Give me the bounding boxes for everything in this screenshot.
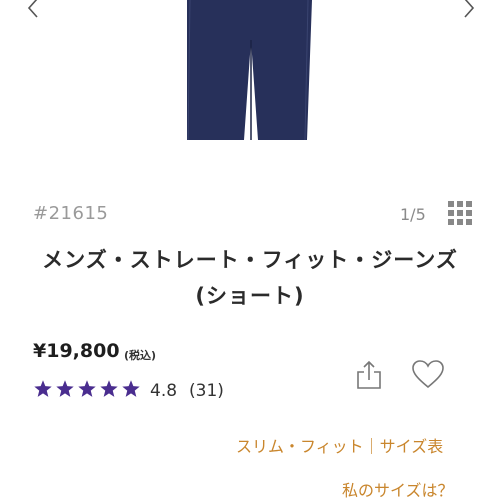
chevron-left-icon[interactable]: [22, 0, 46, 20]
rating-stars[interactable]: [33, 379, 141, 399]
my-size-link[interactable]: 私のサイズは？: [342, 477, 454, 501]
size-chart-link[interactable]: スリム・フィット｜サイズ表: [236, 433, 443, 457]
star-icon: [34, 380, 52, 397]
grid-view-icon[interactable]: [447, 200, 473, 226]
chevron-right-icon[interactable]: [456, 0, 480, 20]
review-count[interactable]: (31): [189, 381, 224, 401]
star-icon: [122, 380, 140, 397]
product-price: ¥19,800: [33, 340, 120, 362]
star-icon: [78, 380, 96, 397]
rating-value: 4.8: [150, 381, 178, 401]
product-image-gallery[interactable]: [0, 0, 500, 185]
tax-note: (税込): [124, 349, 157, 362]
product-title-sub: (ショート): [195, 284, 305, 308]
image-counter: 1/5: [400, 205, 426, 224]
star-icon: [56, 380, 74, 397]
share-icon[interactable]: [355, 360, 383, 390]
product-sku: #21615: [33, 203, 109, 224]
product-image: [187, 0, 312, 140]
star-icon: [100, 380, 118, 397]
product-title: メンズ・ストレート・フィット・ジーンズ: [42, 248, 458, 272]
heart-icon[interactable]: [411, 359, 445, 389]
